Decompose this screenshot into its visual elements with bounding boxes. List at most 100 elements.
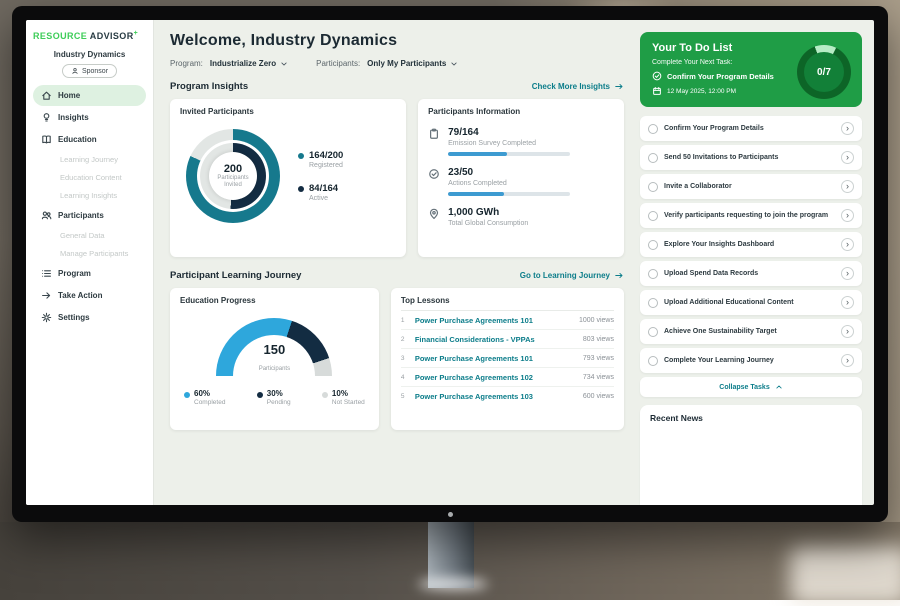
brand-logo: RESOURCE ADVISOR+ — [33, 30, 146, 41]
task-row[interactable]: Verify participants requesting to join t… — [640, 203, 862, 228]
collapse-tasks-button[interactable]: Collapse Tasks — [640, 377, 862, 397]
sidebar-item-label: Learning Insights — [60, 191, 117, 200]
recent-news-card: Recent News — [640, 405, 862, 505]
sponsor-badge-label: Sponsor — [82, 68, 108, 75]
task-checkbox[interactable] — [648, 240, 658, 250]
chevron-right-icon[interactable]: › — [841, 209, 854, 222]
education-gauge-chart: 150 Participants — [216, 318, 332, 376]
chevron-right-icon[interactable]: › — [841, 267, 854, 280]
sidebar-item-label: Take Action — [58, 291, 102, 300]
learning-cards-row: Education Progress 150 Participants — [170, 288, 624, 430]
task-row[interactable]: Upload Spend Data Records › — [640, 261, 862, 286]
task-row[interactable]: Explore Your Insights Dashboard › — [640, 232, 862, 257]
participants-select[interactable]: Only My Participants — [367, 59, 458, 68]
task-row[interactable]: Confirm Your Program Details › — [640, 116, 862, 141]
info-bar-fill-1 — [448, 192, 504, 196]
sidebar-item-label: Learning Journey — [60, 155, 118, 164]
program-select[interactable]: Industrialize Zero — [210, 59, 288, 68]
sidebar-item-general-data[interactable]: General Data — [33, 227, 146, 244]
stand-highlight — [418, 578, 488, 590]
sidebar-item-manage-participants[interactable]: Manage Participants — [33, 245, 146, 262]
education-progress-card: Education Progress 150 Participants — [170, 288, 379, 430]
home-icon — [41, 90, 52, 101]
check-more-insights-link[interactable]: Check More Insights — [532, 82, 624, 91]
brand-plus: + — [134, 30, 139, 37]
task-checkbox[interactable] — [648, 211, 658, 221]
chevron-right-icon[interactable]: › — [841, 325, 854, 338]
todo-next-task[interactable]: Confirm Your Program Details — [652, 71, 802, 81]
program-select-value: Industrialize Zero — [210, 59, 276, 68]
chevron-right-icon[interactable]: › — [841, 122, 854, 135]
sidebar-item-label: Education — [58, 135, 97, 144]
lesson-link[interactable]: Financial Considerations - VPPAs — [415, 335, 576, 344]
monitor-logo-dot — [448, 512, 453, 517]
sidebar-item-home[interactable]: Home — [33, 85, 146, 106]
sidebar: RESOURCE ADVISOR+ Industry Dynamics Spon… — [26, 20, 154, 505]
task-row[interactable]: Send 50 Invitations to Participants › — [640, 145, 862, 170]
lesson-link[interactable]: Power Purchase Agreements 102 — [415, 373, 576, 382]
go-to-learning-journey-link[interactable]: Go to Learning Journey — [520, 271, 624, 280]
task-checkbox[interactable] — [648, 356, 658, 366]
chevron-right-icon[interactable]: › — [841, 354, 854, 367]
legend-dot — [257, 392, 263, 398]
arrow-action-icon — [41, 290, 52, 301]
gear-icon — [41, 312, 52, 323]
todo-progress-value: 0/7 — [817, 67, 831, 78]
info-row-consumption: 1,000 GWh Total Global Consumption — [428, 207, 614, 227]
task-checkbox[interactable] — [648, 182, 658, 192]
lesson-link[interactable]: Power Purchase Agreements 103 — [415, 392, 576, 401]
sidebar-item-label: Program — [58, 269, 91, 278]
info-bar-fill-0 — [448, 152, 507, 156]
people-icon — [41, 210, 52, 221]
program-filter-label: Program: — [170, 59, 203, 68]
sidebar-item-education[interactable]: Education — [33, 129, 146, 150]
education-legend: 60% Completed 30% Pending — [180, 389, 369, 406]
chevron-right-icon[interactable]: › — [841, 238, 854, 251]
sidebar-item-take-action[interactable]: Take Action — [33, 285, 146, 306]
task-row[interactable]: Invite a Collaborator › — [640, 174, 862, 199]
sidebar-item-participants[interactable]: Participants — [33, 205, 146, 226]
sidebar-item-learning-journey[interactable]: Learning Journey — [33, 151, 146, 168]
person-icon — [71, 67, 79, 75]
clipboard-icon — [428, 128, 440, 140]
todo-summary-card: Your To Do List Complete Your Next Task:… — [640, 32, 862, 107]
task-row[interactable]: Achieve One Sustainability Target › — [640, 319, 862, 344]
sidebar-item-learning-insights[interactable]: Learning Insights — [33, 187, 146, 204]
chevron-up-icon — [775, 383, 783, 391]
invited-legend: 164/200 Registered 84/164 Active — [298, 150, 343, 202]
chevron-right-icon[interactable]: › — [841, 151, 854, 164]
lesson-row: 2 Financial Considerations - VPPAs 803 v… — [401, 330, 614, 349]
card-title: Participants Information — [428, 107, 614, 116]
actions-progress-bar — [448, 192, 570, 196]
sidebar-item-settings[interactable]: Settings — [33, 307, 146, 328]
sponsor-badge[interactable]: Sponsor — [62, 64, 117, 78]
chevron-down-icon — [280, 60, 288, 68]
sidebar-item-insights[interactable]: Insights — [33, 107, 146, 128]
task-checkbox[interactable] — [648, 298, 658, 308]
task-row[interactable]: Upload Additional Educational Content › — [640, 290, 862, 315]
lesson-link[interactable]: Power Purchase Agreements 101 — [415, 316, 572, 325]
task-checkbox[interactable] — [648, 124, 658, 134]
task-checkbox[interactable] — [648, 269, 658, 279]
section-title: Participant Learning Journey — [170, 270, 301, 281]
task-checkbox[interactable] — [648, 327, 658, 337]
todo-panel: Your To Do List Complete Your Next Task:… — [636, 20, 874, 505]
sidebar-item-education-content[interactable]: Education Content — [33, 169, 146, 186]
chevron-right-icon[interactable]: › — [841, 296, 854, 309]
lesson-link[interactable]: Power Purchase Agreements 101 — [415, 354, 576, 363]
lesson-row: 4 Power Purchase Agreements 102 734 view… — [401, 368, 614, 387]
filter-bar: Program: Industrialize Zero Participants… — [170, 59, 624, 68]
task-checkbox[interactable] — [648, 153, 658, 163]
chevron-right-icon[interactable]: › — [841, 180, 854, 193]
lesson-row: 1 Power Purchase Agreements 101 1000 vie… — [401, 311, 614, 330]
todo-progress-ring: 0/7 — [797, 45, 851, 99]
top-lessons-card: Top Lessons 1 Power Purchase Agreements … — [391, 288, 624, 430]
sidebar-item-program[interactable]: Program — [33, 263, 146, 284]
sidebar-item-label: Education Content — [60, 173, 122, 182]
legend-dot — [298, 186, 304, 192]
book-icon — [41, 134, 52, 145]
task-row[interactable]: Complete Your Learning Journey › — [640, 348, 862, 373]
brand-resource: RESOURCE — [33, 31, 87, 41]
sidebar-item-label: Settings — [58, 313, 90, 322]
insights-cards-row: Invited Participants 200 Participants In… — [170, 99, 624, 257]
